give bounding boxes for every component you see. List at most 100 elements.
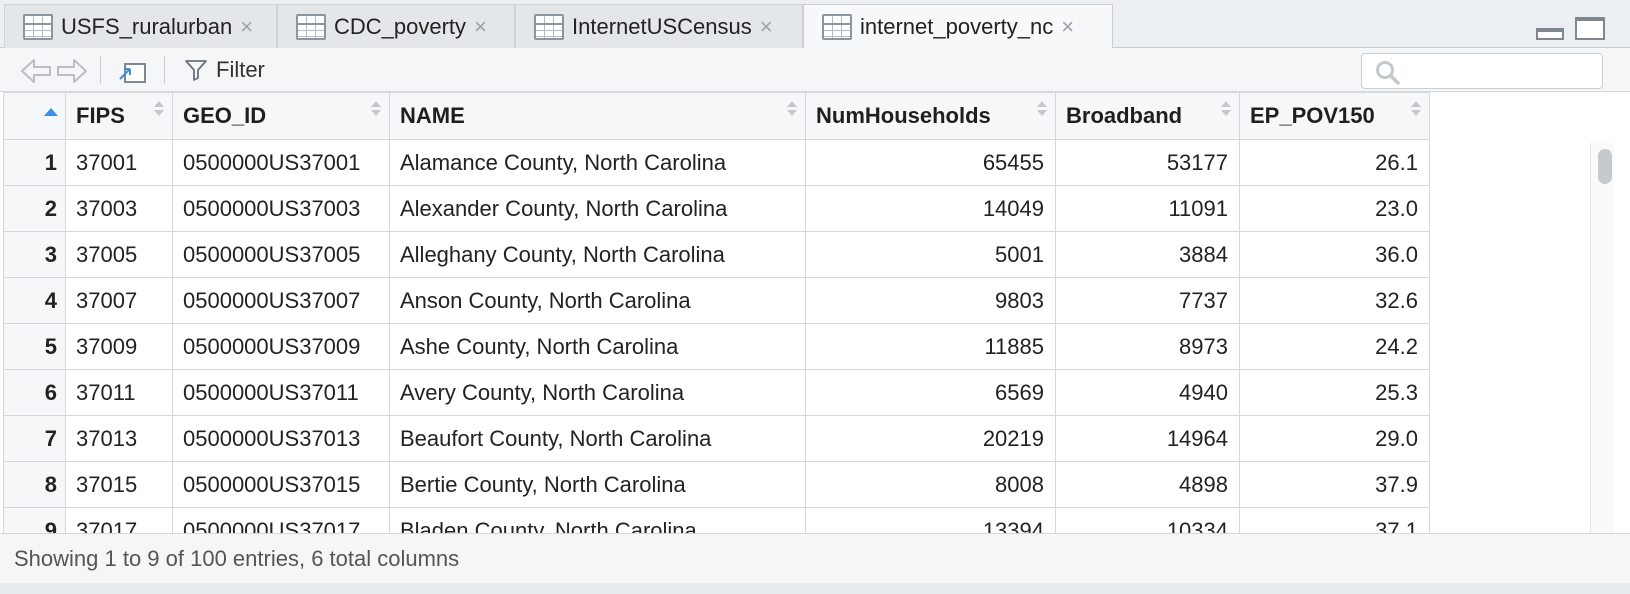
cell-name[interactable]: Beaufort County, North Carolina xyxy=(389,415,806,462)
cell-name[interactable]: Alleghany County, North Carolina xyxy=(389,231,806,278)
cell-fips[interactable]: 37003 xyxy=(65,185,173,232)
cell-geo-id[interactable]: 0500000US37003 xyxy=(172,185,390,232)
cell-geo-id[interactable]: 0500000US37007 xyxy=(172,277,390,324)
close-icon[interactable]: × xyxy=(760,15,773,38)
cell-broadband[interactable]: 7737 xyxy=(1055,277,1240,324)
cell-ep-pov150[interactable]: 25.3 xyxy=(1239,369,1430,416)
cell-name[interactable]: Avery County, North Carolina xyxy=(389,369,806,416)
table-row[interactable]: 1 37001 0500000US37001 Alamance County, Nor… xyxy=(3,139,1430,186)
column-header-label: GEO_ID xyxy=(183,103,267,128)
cell-broadband[interactable]: 3884 xyxy=(1055,231,1240,278)
cell-fips[interactable]: 37013 xyxy=(65,415,173,462)
table-row[interactable]: 6 37011 0500000US37011 Avery County, North … xyxy=(3,369,1430,416)
cell-broadband[interactable]: 11091 xyxy=(1055,185,1240,232)
cell-numhouseholds[interactable]: 14049 xyxy=(805,185,1056,232)
cell-ep-pov150[interactable]: 37.9 xyxy=(1239,461,1430,508)
cell-broadband[interactable]: 4940 xyxy=(1055,369,1240,416)
close-icon[interactable]: × xyxy=(474,15,487,38)
table-row[interactable]: 8 37015 0500000US37015 Bertie County, North… xyxy=(3,461,1430,508)
cell-ep-pov150[interactable]: 29.0 xyxy=(1239,415,1430,462)
column-header-fips[interactable]: FIPS xyxy=(65,92,173,140)
cell-numhouseholds[interactable]: 5001 xyxy=(805,231,1056,278)
cell-name[interactable]: Anson County, North Carolina xyxy=(389,277,806,324)
cell-fips[interactable]: 37009 xyxy=(65,323,173,370)
cell-broadband[interactable]: 4898 xyxy=(1055,461,1240,508)
cell-geo-id[interactable]: 0500000US37001 xyxy=(172,139,390,186)
cell-geo-id[interactable]: 0500000US37011 xyxy=(172,369,390,416)
cell-row-number: 1 xyxy=(3,139,66,186)
column-header-ep-pov150[interactable]: EP_POV150 xyxy=(1239,92,1430,140)
cell-name[interactable]: Ashe County, North Carolina xyxy=(389,323,806,370)
tab-label: CDC_poverty xyxy=(334,13,467,39)
cell-geo-id[interactable]: 0500000US37005 xyxy=(172,231,390,278)
cell-geo-id[interactable]: 0500000US37009 xyxy=(172,323,390,370)
vertical-scrollbar[interactable] xyxy=(1590,143,1614,533)
cell-geo-id[interactable]: 0500000US37017 xyxy=(172,507,390,533)
column-header-label: EP_POV150 xyxy=(1250,103,1375,128)
table-row[interactable]: 5 37009 0500000US37009 Ashe County, North C… xyxy=(3,323,1430,370)
cell-row-number: 7 xyxy=(3,415,66,462)
column-header-broadband[interactable]: Broadband xyxy=(1055,92,1240,140)
filter-button[interactable]: Filter xyxy=(184,54,265,86)
forward-arrow-icon[interactable] xyxy=(54,58,88,84)
cell-numhouseholds[interactable]: 11885 xyxy=(805,323,1056,370)
cell-fips[interactable]: 37015 xyxy=(65,461,173,508)
cell-ep-pov150[interactable]: 24.2 xyxy=(1239,323,1430,370)
cell-ep-pov150[interactable]: 26.1 xyxy=(1239,139,1430,186)
cell-ep-pov150[interactable]: 23.0 xyxy=(1239,185,1430,232)
table-row[interactable]: 4 37007 0500000US37007 Anson County, North … xyxy=(3,277,1430,324)
sort-icon xyxy=(371,101,381,121)
tab-label: internet_poverty_nc xyxy=(860,14,1054,39)
tab-bar: USFS_ruralurban × CDC_poverty × Internet… xyxy=(0,0,1630,49)
tab-cdc-poverty[interactable]: CDC_poverty × xyxy=(277,4,515,48)
cell-name[interactable]: Bertie County, North Carolina xyxy=(389,461,806,508)
cell-numhouseholds[interactable]: 9803 xyxy=(805,277,1056,324)
entries-summary: Showing 1 to 9 of 100 entries, 6 total c… xyxy=(14,545,460,571)
table-row[interactable]: 3 37005 0500000US37005 Alleghany County, No… xyxy=(3,231,1430,278)
cell-numhouseholds[interactable]: 8008 xyxy=(805,461,1056,508)
cell-fips[interactable]: 37017 xyxy=(65,507,173,533)
sort-icon xyxy=(1411,101,1421,121)
open-in-window-icon[interactable] xyxy=(116,57,148,85)
tab-internetuscensus[interactable]: InternetUSCensus × xyxy=(515,4,803,48)
table-row[interactable]: 2 37003 0500000US37003 Alexander County, No… xyxy=(3,185,1430,232)
cell-numhouseholds[interactable]: 13394 xyxy=(805,507,1056,533)
filter-icon xyxy=(185,60,207,81)
maximize-pane-icon[interactable] xyxy=(1575,17,1605,40)
back-arrow-icon[interactable] xyxy=(20,58,54,84)
row-number-header[interactable] xyxy=(3,92,66,140)
tab-usfs-ruralurban[interactable]: USFS_ruralurban × xyxy=(4,4,277,48)
cell-ep-pov150[interactable]: 36.0 xyxy=(1239,231,1430,278)
cell-fips[interactable]: 37005 xyxy=(65,231,173,278)
column-header-numhouseholds[interactable]: NumHouseholds xyxy=(805,92,1056,140)
scrollbar-thumb[interactable] xyxy=(1598,149,1612,184)
cell-broadband[interactable]: 53177 xyxy=(1055,139,1240,186)
cell-fips[interactable]: 37007 xyxy=(65,277,173,324)
cell-broadband[interactable]: 8973 xyxy=(1055,323,1240,370)
table-row[interactable]: 9 37017 0500000US37017 Bladen County, North… xyxy=(3,507,1430,533)
sort-icon xyxy=(154,101,164,121)
cell-numhouseholds[interactable]: 6569 xyxy=(805,369,1056,416)
cell-name[interactable]: Bladen County, North Carolina xyxy=(389,507,806,533)
table-row[interactable]: 7 37013 0500000US37013 Beaufort County, Nor… xyxy=(3,415,1430,462)
cell-broadband[interactable]: 10334 xyxy=(1055,507,1240,533)
cell-name[interactable]: Alexander County, North Carolina xyxy=(389,185,806,232)
column-header-name[interactable]: NAME xyxy=(389,92,806,140)
tab-internet-poverty-nc[interactable]: internet_poverty_nc × xyxy=(803,4,1113,49)
cell-numhouseholds[interactable]: 20219 xyxy=(805,415,1056,462)
minimize-pane-icon[interactable] xyxy=(1536,28,1564,40)
cell-geo-id[interactable]: 0500000US37015 xyxy=(172,461,390,508)
column-header-label: NumHouseholds xyxy=(816,103,991,128)
cell-ep-pov150[interactable]: 32.6 xyxy=(1239,277,1430,324)
cell-fips[interactable]: 37011 xyxy=(65,369,173,416)
cell-geo-id[interactable]: 0500000US37013 xyxy=(172,415,390,462)
close-icon[interactable]: × xyxy=(240,15,253,38)
cell-numhouseholds[interactable]: 65455 xyxy=(805,139,1056,186)
cell-name[interactable]: Alamance County, North Carolina xyxy=(389,139,806,186)
cell-broadband[interactable]: 14964 xyxy=(1055,415,1240,462)
close-icon[interactable]: × xyxy=(1061,16,1074,38)
column-header-geo-id[interactable]: GEO_ID xyxy=(172,92,390,140)
cell-ep-pov150[interactable]: 37.1 xyxy=(1239,507,1430,533)
column-header-label: NAME xyxy=(400,103,465,128)
cell-fips[interactable]: 37001 xyxy=(65,139,173,186)
